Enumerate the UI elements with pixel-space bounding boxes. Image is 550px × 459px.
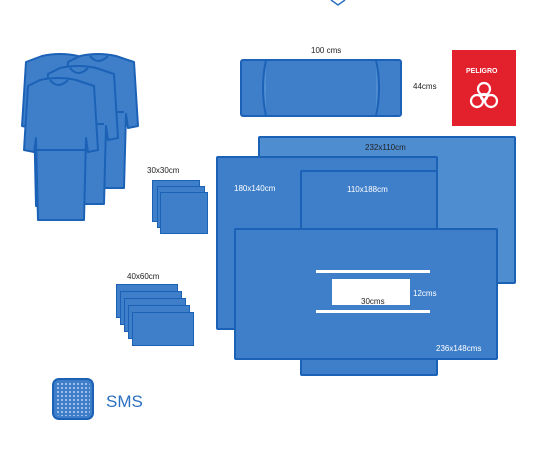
towel-height-label: 44cms bbox=[413, 82, 437, 91]
sheet-236-label: 236x148cms bbox=[436, 344, 482, 353]
fenestration-bar-bottom bbox=[316, 310, 430, 313]
gown-stack bbox=[20, 52, 148, 230]
pad-40-e bbox=[132, 312, 194, 346]
pad-40-label: 40x60cm bbox=[127, 272, 160, 281]
pad-30-label: 30x30cm bbox=[147, 166, 180, 175]
sheet-232-label: 232x110cm bbox=[365, 143, 406, 152]
biohazard-icon bbox=[468, 80, 500, 112]
window-height-label: 12cms bbox=[413, 289, 437, 298]
top-chevron-icon bbox=[330, 0, 346, 6]
window-width-label: 30cms bbox=[361, 297, 385, 306]
biohazard-bag: PELIGRO bbox=[452, 50, 516, 126]
material-label: SMS bbox=[106, 392, 143, 411]
hazard-label: PELIGRO bbox=[466, 68, 498, 75]
fenestration-bar-top bbox=[316, 270, 430, 273]
sheet-180-label: 180x140cm bbox=[234, 184, 276, 193]
sheet-110-label: 110x188cm bbox=[347, 185, 388, 194]
sms-fabric-swatch-icon bbox=[52, 378, 94, 420]
rolled-towel bbox=[240, 58, 402, 118]
towel-width-label: 100 cms bbox=[311, 46, 342, 55]
pad-30-front bbox=[160, 192, 208, 234]
